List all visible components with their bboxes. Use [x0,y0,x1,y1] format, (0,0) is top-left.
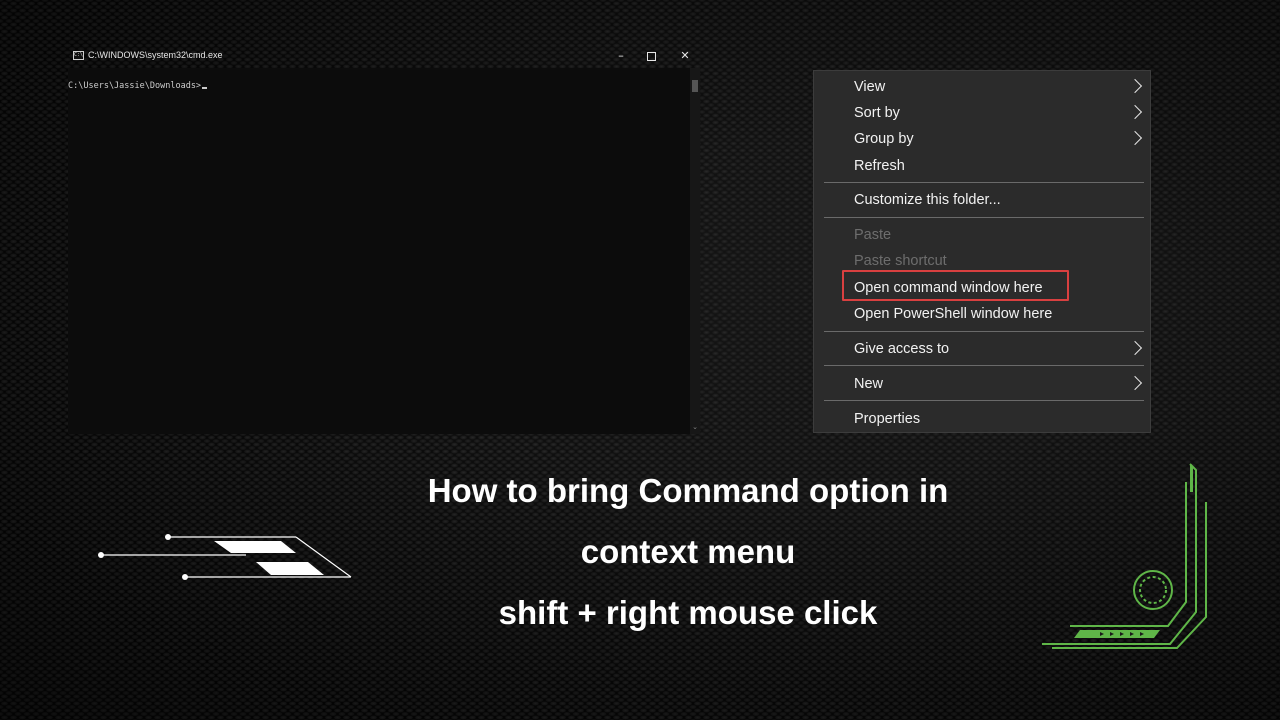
menu-item-customize-folder[interactable]: Customize this folder... [814,187,1150,213]
maximize-button[interactable] [635,44,667,68]
cmd-titlebar[interactable]: C:\ C:\WINDOWS\system32\cmd.exe – ✕ [68,44,700,68]
text-cursor [202,87,208,89]
cmd-window[interactable]: C:\ C:\WINDOWS\system32\cmd.exe – ✕ C:\U… [68,44,700,434]
menu-item-label: Give access to [854,341,950,357]
menu-item-label: Paste [854,227,892,243]
menu-item-label: Paste shortcut [854,253,947,269]
menu-item-label: Group by [854,131,914,147]
menu-item-label: New [854,376,884,392]
chevron-right-icon [1127,340,1143,356]
menu-item-label: View [854,79,886,95]
chevron-right-icon [1127,130,1143,146]
command-prompt: C:\Users\Jassie\Downloads> [68,81,208,91]
menu-item-sort-by[interactable]: Sort by [814,100,1150,126]
circuit-decoration [1042,463,1207,649]
caption-line-3: shift + right mouse click [498,594,878,631]
maximize-icon [646,51,656,61]
scroll-down-icon[interactable]: ⌄ [691,424,699,432]
menu-item-open-powershell-window[interactable]: Open PowerShell window here [814,301,1150,327]
menu-item-label: Open PowerShell window here [854,306,1053,322]
chevron-right-icon [1127,375,1143,391]
chevron-right-icon [1127,78,1143,94]
cmd-app-icon: C:\ [73,51,84,60]
close-icon: ✕ [680,49,690,62]
minimize-icon: – [618,49,624,62]
menu-item-view[interactable]: View [814,74,1150,100]
menu-separator [824,217,1144,218]
highlight-box [842,270,1069,301]
menu-separator [824,182,1144,183]
menu-item-label: Properties [854,411,921,427]
caption-line-1: How to bring Command option in [427,472,949,509]
minimize-button[interactable]: – [605,44,637,68]
menu-item-label: Refresh [854,158,905,174]
menu-item-paste: Paste [814,222,1150,248]
speed-lines-decoration [98,534,352,580]
scrollbar-thumb[interactable] [692,80,698,92]
menu-item-give-access-to[interactable]: Give access to [814,336,1150,362]
menu-item-refresh[interactable]: Refresh [814,153,1150,179]
cmd-window-title: C:\WINDOWS\system32\cmd.exe [88,50,223,60]
menu-item-group-by[interactable]: Group by [814,126,1150,152]
menu-item-label: Sort by [854,105,900,121]
menu-item-new[interactable]: New [814,371,1150,397]
context-menu: View Sort by Group by Refresh Customize … [813,70,1151,433]
console-area[interactable]: C:\Users\Jassie\Downloads> [68,68,690,434]
menu-item-label: Customize this folder... [854,192,1001,208]
prompt-text: C:\Users\Jassie\Downloads> [68,81,202,91]
close-button[interactable]: ✕ [669,44,701,68]
menu-separator [824,331,1144,332]
chevron-right-icon [1127,104,1143,120]
menu-item-properties[interactable]: Properties [814,406,1150,432]
caption-line-2: context menu [580,533,796,570]
menu-separator [824,400,1144,401]
menu-separator [824,365,1144,366]
vertical-scrollbar[interactable]: ⌄ [690,68,700,434]
